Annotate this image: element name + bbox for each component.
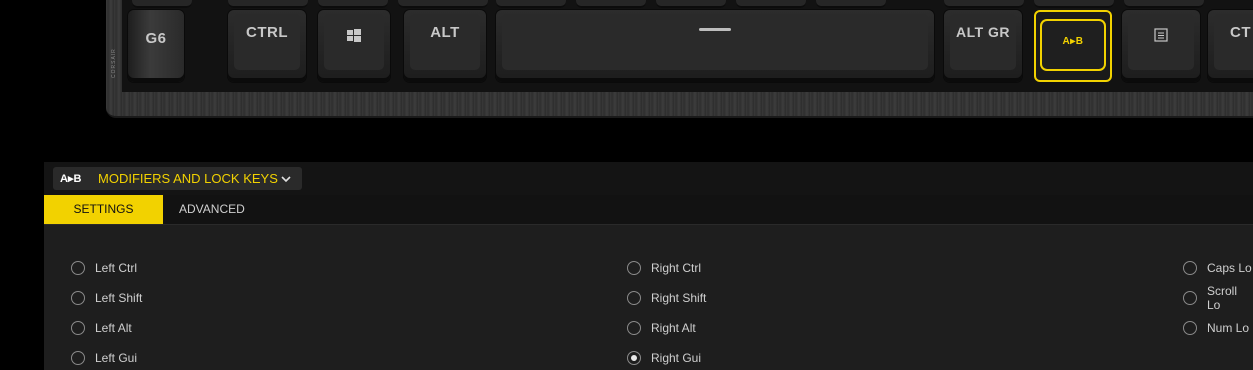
option-right-shift[interactable]: Right Shift <box>627 288 706 308</box>
key-right-ctrl[interactable]: CT <box>1208 10 1253 82</box>
option-left-shift[interactable]: Left Shift <box>71 288 142 308</box>
tab-settings[interactable]: SETTINGS <box>44 195 163 224</box>
panel-header: A▸B MODIFIERS AND LOCK KEYS <box>44 162 1253 195</box>
tab-bar: SETTINGS ADVANCED <box>44 195 1253 225</box>
option-left-gui[interactable]: Left Gui <box>71 348 137 368</box>
option-caps-lock[interactable]: Caps Lo <box>1183 258 1252 278</box>
option-right-gui[interactable]: Right Gui <box>627 348 701 368</box>
action-type-dropdown[interactable]: A▸B MODIFIERS AND LOCK KEYS <box>53 167 302 190</box>
radio-button[interactable] <box>1183 261 1197 275</box>
option-num-lock[interactable]: Num Lo <box>1183 318 1249 338</box>
radio-button[interactable] <box>1183 321 1197 335</box>
menu-icon <box>1154 28 1168 42</box>
key-left-alt[interactable]: ALT <box>404 10 486 82</box>
radio-button[interactable] <box>71 321 85 335</box>
radio-button-selected[interactable] <box>627 351 641 365</box>
option-right-alt[interactable]: Right Alt <box>627 318 696 338</box>
top-row-key[interactable] <box>132 0 192 8</box>
top-row-key[interactable] <box>816 0 886 8</box>
windows-logo-icon <box>347 29 361 42</box>
top-row-key[interactable] <box>944 0 1024 8</box>
key-g6[interactable]: G6 <box>128 10 184 82</box>
radio-button[interactable] <box>71 261 85 275</box>
top-row-key[interactable] <box>656 0 726 8</box>
spacebar-line-icon <box>699 28 731 31</box>
option-right-ctrl[interactable]: Right Ctrl <box>627 258 701 278</box>
radio-button[interactable] <box>71 351 85 365</box>
option-left-ctrl[interactable]: Left Ctrl <box>71 258 137 278</box>
key-left-windows[interactable] <box>318 10 390 82</box>
dropdown-label: MODIFIERS AND LOCK KEYS <box>98 171 278 186</box>
radio-button[interactable] <box>627 321 641 335</box>
top-row-key[interactable] <box>318 0 388 8</box>
top-row-key[interactable] <box>736 0 806 8</box>
top-row-key[interactable] <box>496 0 566 8</box>
key-spacebar[interactable] <box>496 10 934 82</box>
radio-button[interactable] <box>1183 291 1197 305</box>
key-menu[interactable] <box>1122 10 1200 82</box>
radio-button[interactable] <box>627 261 641 275</box>
key-alt-gr[interactable]: ALT GR <box>944 10 1022 82</box>
option-left-alt[interactable]: Left Alt <box>71 318 132 338</box>
chevron-down-icon <box>281 176 291 183</box>
tab-advanced[interactable]: ADVANCED <box>179 195 269 224</box>
brand-vertical-text: CORSAIR <box>111 48 117 78</box>
top-row-key[interactable] <box>228 0 308 8</box>
settings-panel: A▸B MODIFIERS AND LOCK KEYS SETTINGS ADV… <box>44 162 1253 370</box>
key-left-ctrl[interactable]: CTRL <box>228 10 306 82</box>
top-row-key[interactable] <box>398 0 488 8</box>
radio-button[interactable] <box>627 291 641 305</box>
option-scroll-lock[interactable]: Scroll Lo <box>1183 284 1253 312</box>
top-row-key[interactable] <box>1034 0 1114 8</box>
top-row-key[interactable] <box>1124 0 1204 8</box>
remap-badge: A▸B <box>60 173 82 185</box>
radio-button[interactable] <box>71 291 85 305</box>
key-remap-selected[interactable]: A▸B <box>1034 10 1112 82</box>
top-row-key[interactable] <box>576 0 646 8</box>
